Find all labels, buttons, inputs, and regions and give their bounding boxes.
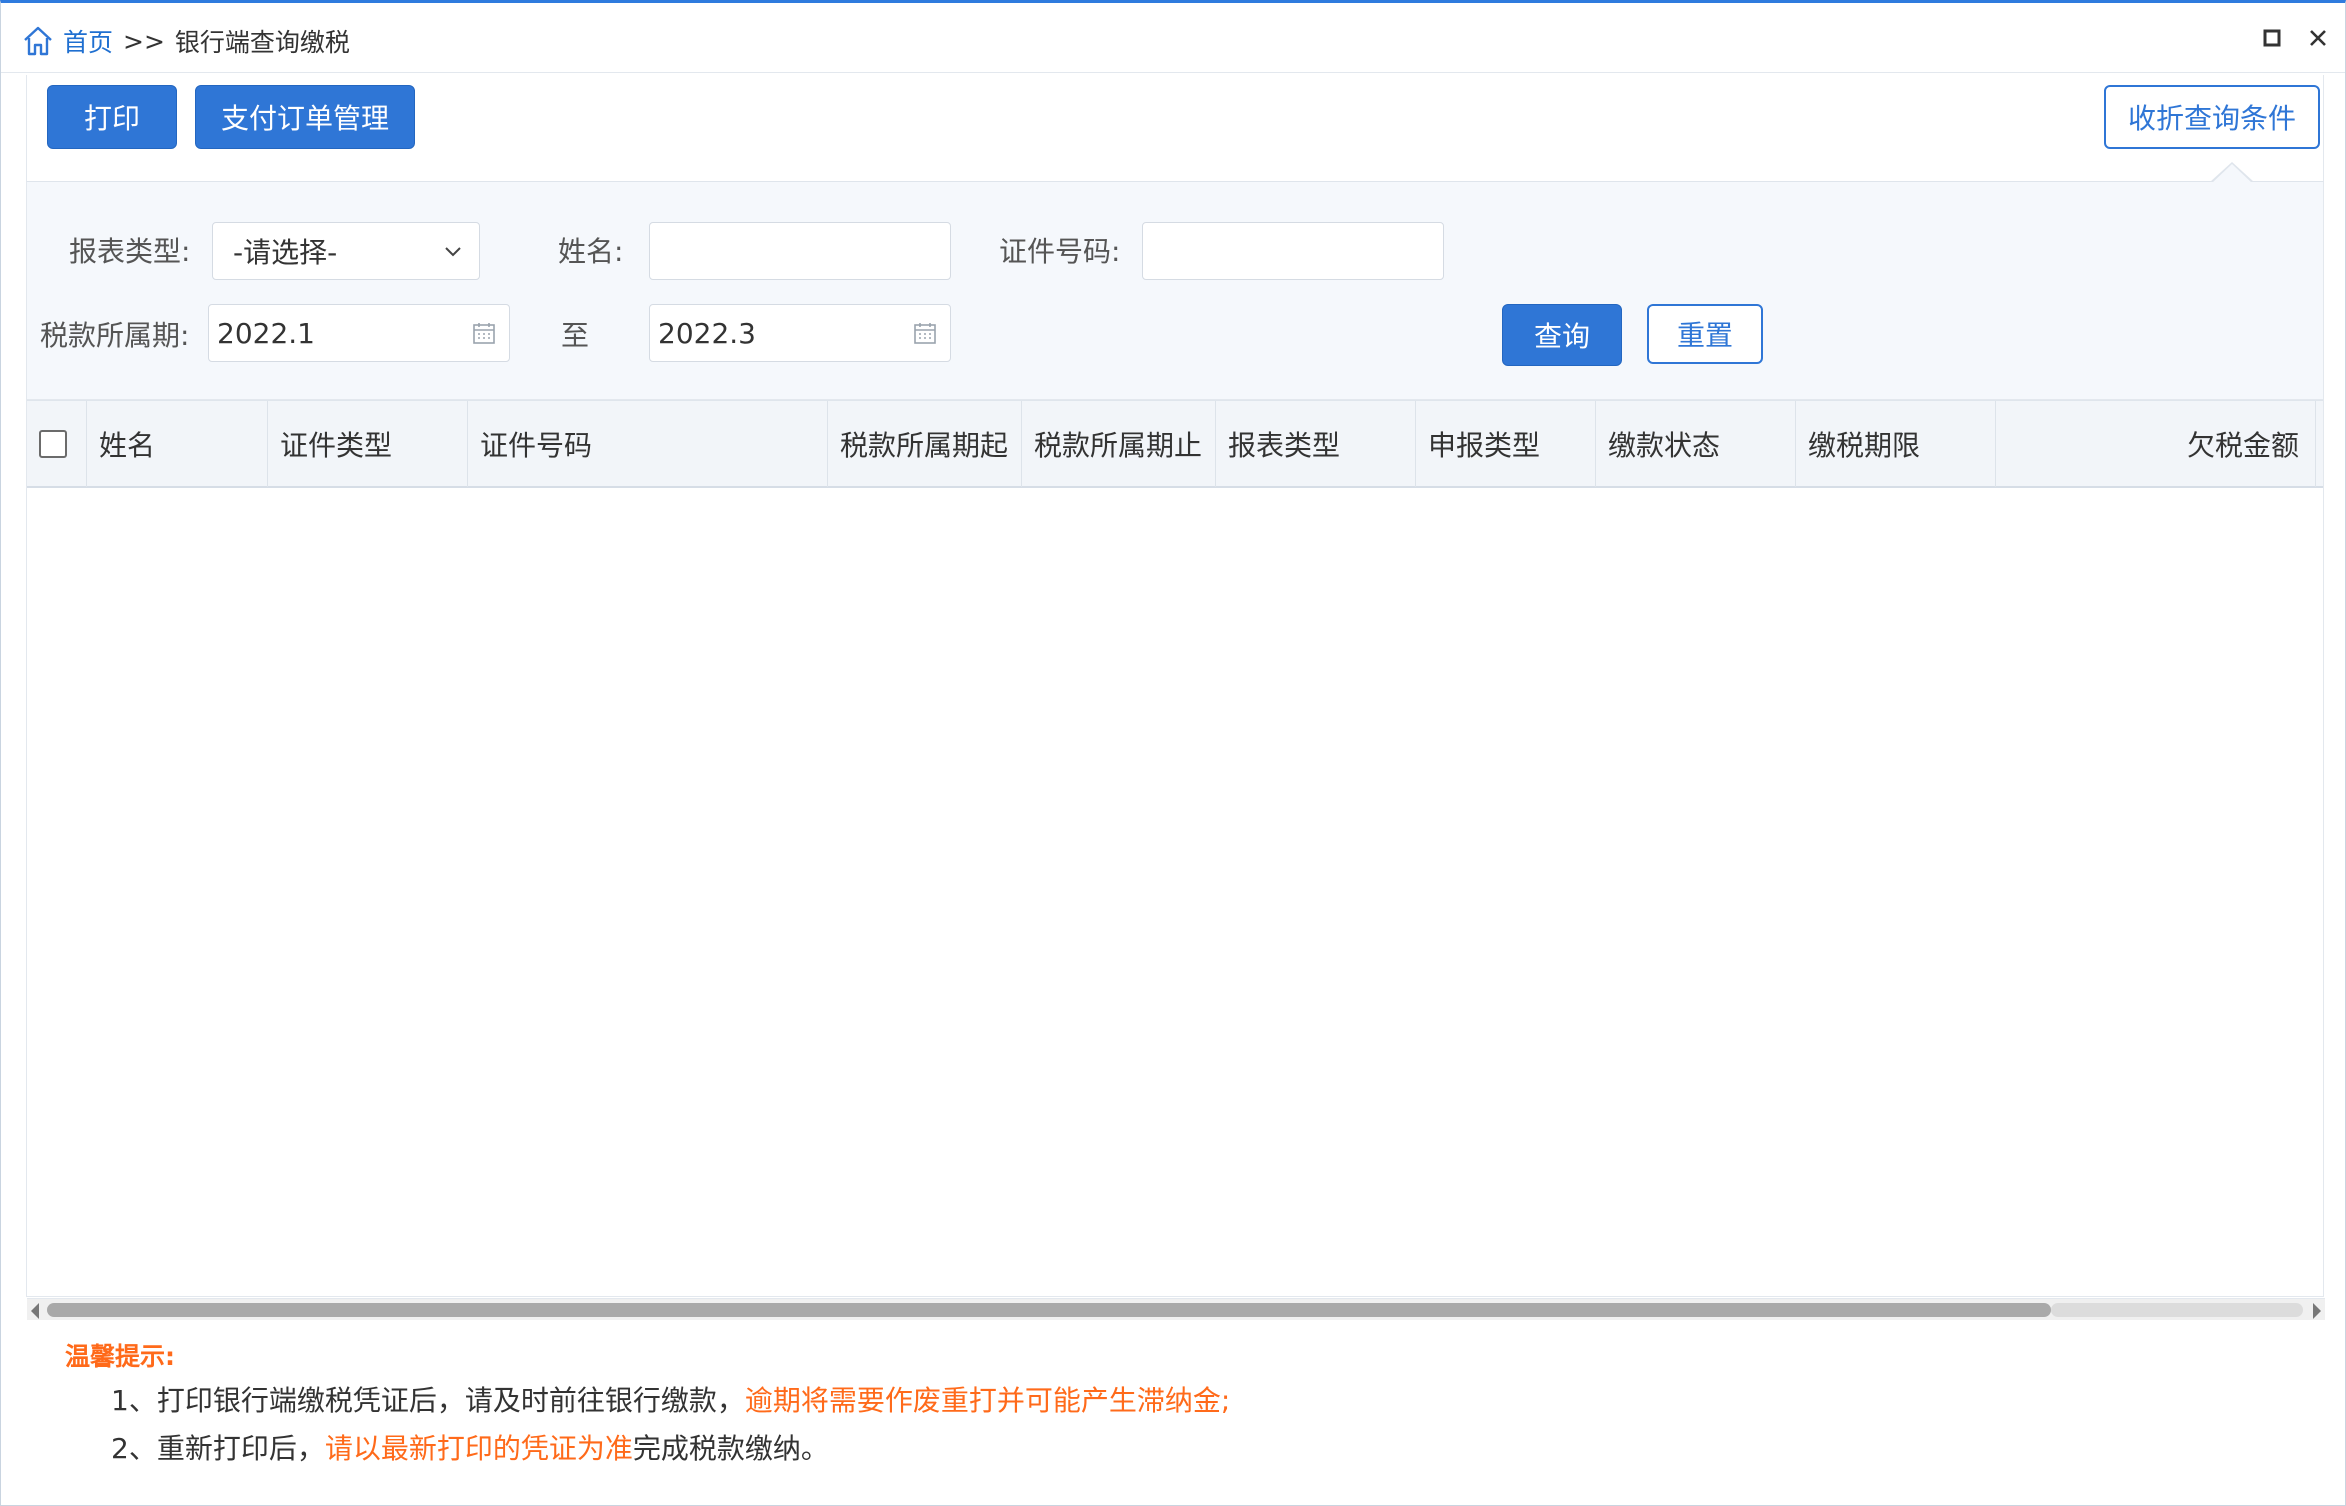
column-header-report-type[interactable]: 报表类型 [1216,401,1416,487]
report-type-value: -请选择- [233,236,338,269]
payment-order-management-button[interactable]: 支付订单管理 [195,85,415,149]
column-header-payment-status[interactable]: 缴款状态 [1596,401,1796,487]
app-window: 首页 >> 银行端查询缴税 打印 支付订单管理 收折查询条件 报表类型: -请选… [0,0,2346,1506]
chevron-down-icon [445,247,461,257]
search-button[interactable]: 查询 [1502,304,1622,366]
scrollbar-thumb[interactable] [47,1303,2051,1317]
select-all-cell [27,401,87,487]
breadcrumb: 首页 >> 银行端查询缴税 [21,23,350,59]
tip-line-1-text: 1、打印银行端缴税凭证后，请及时前往银行缴款， [111,1384,745,1417]
period-to-label: 至 [561,319,590,352]
scroll-left-arrow-icon[interactable] [31,1303,39,1319]
query-panel: 报表类型: -请选择- 姓名: 证件号码: 税款所属期: 2022.1 至 20… [26,162,2324,399]
report-type-label: 报表类型: [69,235,191,268]
report-type-select[interactable]: -请选择- [212,222,480,280]
data-grid: 姓名 证件类型 证件号码 税款所属期起 税款所属期止 报表类型 申报类型 缴款状… [26,399,2325,1320]
column-header-tax-arrears[interactable]: 欠税金额 [1996,401,2316,487]
toolbar: 打印 支付订单管理 收折查询条件 [26,75,2324,182]
panel-pointer-inner [2212,164,2252,183]
tip-line-2-suffix: 完成税款缴纳。 [632,1432,829,1465]
breadcrumb-home-link[interactable]: 首页 [63,23,113,59]
column-header-id-number[interactable]: 证件号码 [468,401,828,487]
breadcrumb-current: 银行端查询缴税 [174,28,350,57]
restore-icon [2263,29,2281,47]
tax-period-label: 税款所属期: [40,319,190,352]
select-all-checkbox[interactable] [39,430,67,458]
column-header-tax-deadline[interactable]: 缴税期限 [1796,401,1996,487]
tip-line-2-text: 2、重新打印后， [111,1432,325,1465]
scroll-right-arrow-icon[interactable] [2313,1303,2321,1319]
print-button[interactable]: 打印 [47,85,177,149]
restore-button[interactable] [2259,25,2285,51]
period-end-value: 2022.3 [658,316,756,350]
collapse-query-button[interactable]: 收折查询条件 [2104,85,2320,149]
period-start-value: 2022.1 [217,316,315,350]
column-header-name[interactable]: 姓名 [87,401,268,487]
id-number-input[interactable] [1142,222,1444,280]
name-label: 姓名: [558,235,624,268]
reset-button[interactable]: 重置 [1647,304,1763,364]
calendar-icon[interactable] [471,320,497,346]
tip-line-1-warning: 逾期将需要作废重打并可能产生滞纳金; [744,1384,1231,1417]
column-header-period-end[interactable]: 税款所属期止 [1022,401,1216,487]
tip-line-2: 2、重新打印后，请以最新打印的凭证为准完成税款缴纳。 [111,1425,2305,1473]
name-input[interactable] [649,222,951,280]
column-header-declare-type[interactable]: 申报类型 [1416,401,1596,487]
id-number-label: 证件号码: [999,235,1121,268]
period-end-input[interactable]: 2022.3 [649,304,951,362]
scrollbar-track[interactable] [2051,1303,2303,1317]
title-bar: 首页 >> 银行端查询缴税 [1,3,2345,73]
tips-section: 温馨提示: 1、打印银行端缴税凭证后，请及时前往银行缴款，逾期将需要作废重打并可… [65,1337,2305,1473]
column-header-id-type[interactable]: 证件类型 [268,401,468,487]
grid-header: 姓名 证件类型 证件号码 税款所属期起 税款所属期止 报表类型 申报类型 缴款状… [27,400,2323,488]
home-icon[interactable] [21,24,55,58]
calendar-icon[interactable] [912,320,938,346]
tip-line-1: 1、打印银行端缴税凭证后，请及时前往银行缴款，逾期将需要作废重打并可能产生滞纳金… [111,1377,2305,1425]
period-start-input[interactable]: 2022.1 [208,304,510,362]
close-button[interactable] [2305,25,2331,51]
column-header-period-start[interactable]: 税款所属期起 [828,401,1022,487]
breadcrumb-separator: >> [123,26,165,56]
window-controls [2259,25,2331,51]
tips-title: 温馨提示: [65,1342,175,1371]
horizontal-scrollbar[interactable] [27,1298,2325,1320]
tip-line-2-warning: 请以最新打印的凭证为准 [324,1432,633,1465]
close-icon [2310,30,2326,46]
